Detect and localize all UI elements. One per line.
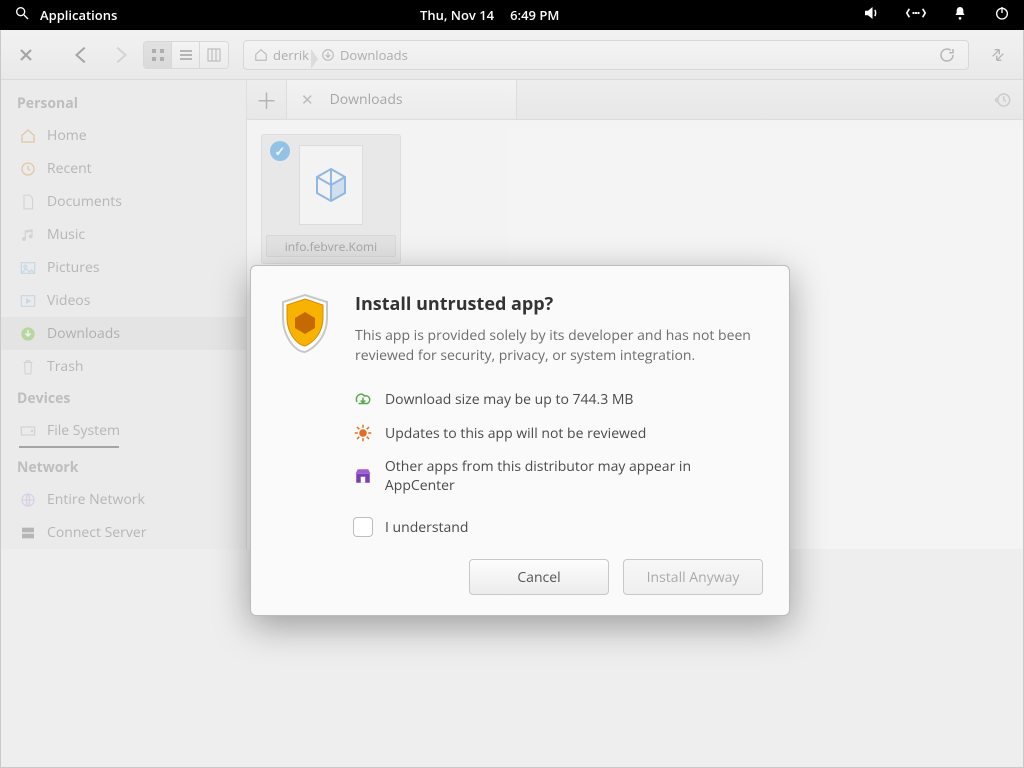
history-button[interactable]	[983, 80, 1023, 119]
close-button[interactable]	[11, 40, 41, 70]
sidebar-item-downloads[interactable]: Downloads	[1, 317, 246, 350]
view-list-button[interactable]	[172, 42, 200, 68]
crumb-home[interactable]: derrik	[250, 46, 317, 64]
sidebar-item-label: Recent	[47, 159, 92, 178]
sidebar-item-connect-server[interactable]: Connect Server	[1, 516, 246, 549]
crumb-home-label: derrik	[273, 46, 309, 64]
notifications-icon[interactable]	[952, 5, 968, 25]
download-size-icon	[353, 389, 373, 409]
sidebar-item-label: Home	[47, 126, 87, 145]
drive-icon	[19, 422, 37, 440]
server-icon	[19, 524, 37, 542]
sidebar-group-personal: Personal	[1, 88, 246, 119]
sidebar-item-trash[interactable]: Trash	[1, 350, 246, 383]
new-tab-button[interactable]: ＋	[247, 80, 287, 119]
sidebar-item-label: Music	[47, 225, 85, 244]
sidebar-item-label: Trash	[47, 357, 83, 376]
sidebar-item-label: Pictures	[47, 258, 100, 277]
file-name-label: info.febvre.Komi	[266, 235, 396, 257]
store-icon	[353, 466, 373, 486]
panel-time[interactable]: 6:49 PM	[510, 6, 559, 24]
sidebar-item-filesystem[interactable]: File System	[1, 414, 246, 447]
panel-date[interactable]: Thu, Nov 14	[420, 6, 494, 24]
dialog-info-label: Updates to this app will not be reviewed	[385, 424, 646, 443]
tab-bar: ＋ ✕ Downloads	[247, 80, 1023, 120]
power-icon[interactable]	[994, 5, 1010, 25]
sidebar-group-devices: Devices	[1, 383, 246, 414]
document-icon	[19, 193, 37, 211]
updates-warning-icon	[353, 423, 373, 443]
view-icons-button[interactable]	[144, 42, 172, 68]
shield-warning-icon	[277, 292, 333, 365]
sidebar-item-label: File System	[47, 421, 120, 440]
flatpak-file-icon	[299, 145, 363, 225]
sidebar-item-recent[interactable]: Recent	[1, 152, 246, 185]
sidebar-item-label: Entire Network	[47, 490, 145, 509]
file-item[interactable]: info.febvre.Komi	[261, 134, 401, 264]
sidebar-item-videos[interactable]: Videos	[1, 284, 246, 317]
file-manager-toolbar: derrik Downloads	[1, 30, 1023, 80]
volume-icon[interactable]	[862, 4, 880, 26]
understand-label: I understand	[385, 518, 468, 537]
network-icon[interactable]	[906, 6, 926, 24]
sidebar-item-label: Documents	[47, 192, 122, 211]
top-panel: Applications Thu, Nov 14 6:49 PM	[0, 0, 1024, 30]
view-mode-group	[143, 41, 229, 69]
sidebar-item-home[interactable]: Home	[1, 119, 246, 152]
install-anyway-button[interactable]: Install Anyway	[623, 559, 763, 595]
sidebar-item-network[interactable]: Entire Network	[1, 483, 246, 516]
sidebar-item-music[interactable]: Music	[1, 218, 246, 251]
selection-check-icon[interactable]	[270, 141, 290, 161]
tab-close-icon[interactable]: ✕	[301, 90, 314, 110]
dialog-info-updates: Updates to this app will not be reviewed	[353, 423, 763, 443]
filesystem-usage-bar	[19, 446, 119, 448]
pictures-icon	[19, 259, 37, 277]
dialog-info-label: Download size may be up to 744.3 MB	[385, 390, 633, 409]
sidebar-item-label: Videos	[47, 291, 90, 310]
dialog-info-appcenter: Other apps from this distributor may app…	[353, 457, 763, 495]
music-icon	[19, 226, 37, 244]
search-icon[interactable]	[14, 5, 30, 25]
trash-icon	[19, 358, 37, 376]
nav-back-button[interactable]	[67, 40, 97, 70]
understand-checkbox[interactable]	[353, 517, 373, 537]
crumb-downloads-label: Downloads	[340, 46, 408, 64]
crumb-downloads[interactable]: Downloads	[317, 46, 416, 64]
nav-forward-button[interactable]	[105, 40, 135, 70]
globe-icon	[19, 491, 37, 509]
sidebar-item-documents[interactable]: Documents	[1, 185, 246, 218]
clock-icon	[19, 160, 37, 178]
tab-downloads[interactable]: ✕ Downloads	[287, 80, 517, 119]
places-sidebar: Personal Home Recent Documents Music Pic…	[1, 80, 247, 549]
refresh-button[interactable]	[932, 40, 962, 70]
tab-label: Downloads	[330, 90, 403, 109]
window-restore-button[interactable]	[983, 40, 1013, 70]
dialog-info-size: Download size may be up to 744.3 MB	[353, 389, 763, 409]
dialog-body: This app is provided solely by its devel…	[355, 326, 763, 365]
cancel-button[interactable]: Cancel	[469, 559, 609, 595]
view-columns-button[interactable]	[200, 42, 228, 68]
downloads-icon	[19, 325, 37, 343]
sidebar-item-pictures[interactable]: Pictures	[1, 251, 246, 284]
videos-icon	[19, 292, 37, 310]
sidebar-group-network: Network	[1, 452, 246, 483]
dialog-info-label: Other apps from this distributor may app…	[385, 457, 763, 495]
install-untrusted-dialog: Install untrusted app? This app is provi…	[250, 265, 790, 616]
applications-menu[interactable]: Applications	[40, 6, 117, 24]
sidebar-item-label: Connect Server	[47, 523, 146, 542]
sidebar-item-label: Downloads	[47, 324, 120, 343]
path-bar[interactable]: derrik Downloads	[243, 40, 969, 70]
home-icon	[19, 127, 37, 145]
dialog-title: Install untrusted app?	[355, 292, 763, 316]
